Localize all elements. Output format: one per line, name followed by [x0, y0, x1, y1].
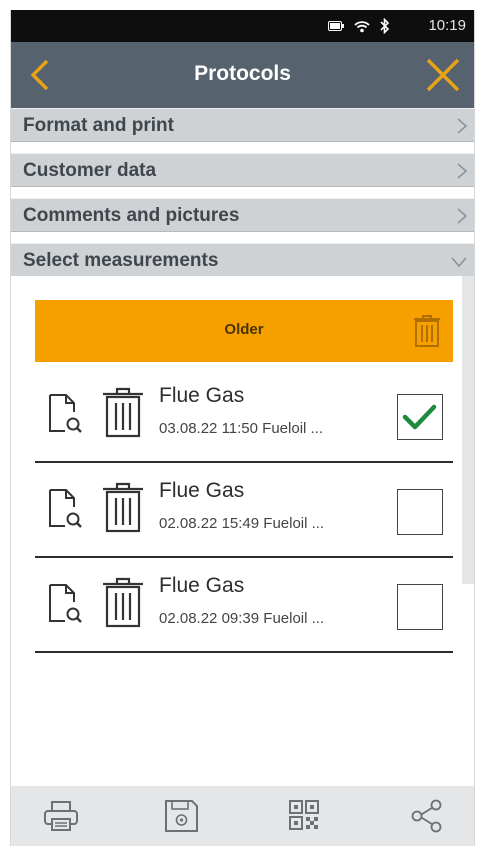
status-time: 10:19 [428, 17, 466, 34]
printer-icon [44, 801, 78, 831]
measurement-details: 02.08.22 09:39 Fueloil ... [159, 610, 324, 627]
older-group-label: Older [224, 321, 264, 338]
bottom-toolbar [11, 786, 474, 846]
wifi-icon [354, 19, 370, 33]
measurement-row[interactable]: Flue Gas 03.08.22 11:50 Fueloil ... [35, 370, 453, 463]
trash-icon[interactable] [101, 386, 145, 438]
measurement-fuel: Fueloil ... [263, 610, 325, 627]
document-preview-icon[interactable] [47, 582, 83, 626]
status-bar: 10:19 [11, 10, 474, 42]
measurement-time: 15:49 [221, 515, 260, 532]
trash-icon[interactable] [101, 576, 145, 628]
trash-icon[interactable] [101, 481, 145, 533]
print-button[interactable] [41, 798, 81, 834]
measurement-title: Flue Gas [159, 479, 245, 502]
measurement-row[interactable]: Flue Gas 02.08.22 15:49 Fueloil ... [35, 465, 453, 558]
chevron-right-icon [457, 118, 468, 134]
qr-code-button[interactable] [284, 798, 324, 834]
save-icon [165, 800, 198, 832]
measurement-time: 09:39 [221, 610, 260, 627]
measurement-time: 11:50 [221, 420, 258, 437]
status-icons [328, 18, 390, 34]
measurement-checkbox[interactable] [397, 489, 443, 535]
older-group-header[interactable]: Older [35, 300, 453, 362]
chevron-right-icon [457, 163, 468, 179]
device-screen: 10:19 Protocols Format and print Custome… [10, 10, 475, 846]
section-select-measurements[interactable]: Select measurements [11, 243, 474, 277]
page-title: Protocols [194, 62, 291, 85]
scrollbar[interactable] [462, 276, 474, 584]
measurement-date: 02.08.22 [159, 610, 218, 627]
document-preview-icon[interactable] [47, 487, 83, 531]
qr-code-icon [289, 800, 319, 830]
close-icon [426, 58, 460, 92]
section-comments-and-pictures[interactable]: Comments and pictures [11, 198, 474, 232]
measurement-checkbox[interactable] [397, 584, 443, 630]
document-preview-icon[interactable] [47, 392, 83, 436]
share-button[interactable] [407, 798, 447, 834]
section-label: Customer data [23, 160, 157, 181]
measurements-panel: Older Flue Gas 03.08.22 11:50 Fueloil ..… [11, 276, 474, 786]
measurement-date: 02.08.22 [159, 515, 218, 532]
battery-icon [328, 21, 344, 31]
measurement-row[interactable]: Flue Gas 02.08.22 09:39 Fueloil ... [35, 560, 453, 653]
trash-icon[interactable] [413, 314, 441, 348]
close-button[interactable] [424, 56, 462, 94]
section-customer-data[interactable]: Customer data [11, 153, 474, 187]
header: Protocols [11, 42, 474, 108]
measurement-fuel: Fueloil ... [263, 515, 325, 532]
section-label: Format and print [23, 115, 174, 136]
save-button[interactable] [161, 798, 201, 834]
section-label: Comments and pictures [23, 205, 240, 226]
chevron-right-icon [457, 208, 468, 224]
checkmark-icon [402, 404, 437, 430]
measurement-checkbox[interactable] [397, 394, 443, 440]
measurement-fuel: Fueloil ... [262, 420, 324, 437]
section-format-and-print[interactable]: Format and print [11, 108, 474, 142]
share-icon [411, 799, 442, 833]
measurement-details: 02.08.22 15:49 Fueloil ... [159, 515, 324, 532]
chevron-down-icon [451, 257, 467, 268]
measurement-title: Flue Gas [159, 384, 245, 407]
measurement-date: 03.08.22 [159, 420, 218, 437]
measurement-title: Flue Gas [159, 574, 245, 597]
section-label: Select measurements [23, 250, 219, 271]
measurement-details: 03.08.22 11:50 Fueloil ... [159, 420, 323, 437]
bluetooth-icon [380, 18, 390, 34]
